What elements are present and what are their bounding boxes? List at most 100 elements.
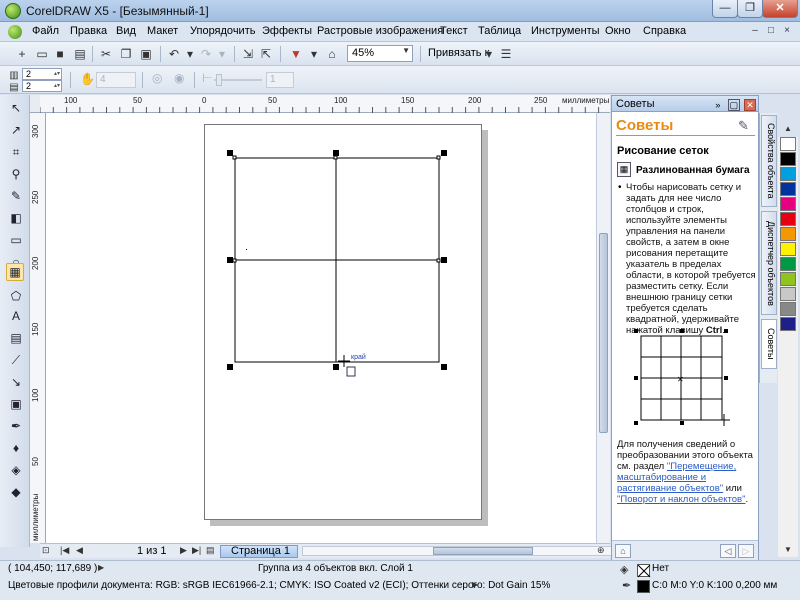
selection-handle[interactable] bbox=[333, 364, 339, 370]
outline-tool-icon[interactable]: ♦ bbox=[7, 439, 25, 457]
horizontal-scrollbar[interactable] bbox=[302, 546, 632, 556]
menu-window[interactable]: Окно bbox=[605, 25, 631, 37]
forward-icon[interactable]: ▷ bbox=[738, 544, 754, 558]
navigator-icon[interactable]: ⊕ bbox=[597, 545, 605, 556]
menu-view[interactable]: Вид bbox=[116, 25, 136, 37]
export-icon[interactable]: ⇱ bbox=[258, 46, 274, 62]
basic-shapes-tool-icon[interactable]: ⬠ bbox=[7, 287, 25, 305]
document-menu-icon[interactable] bbox=[8, 25, 22, 39]
freehand-tool-icon[interactable]: ✎ bbox=[7, 187, 25, 205]
back-icon[interactable]: ◁ bbox=[720, 544, 736, 558]
palette-swatch[interactable] bbox=[780, 212, 796, 226]
menu-arrange[interactable]: Упорядочить bbox=[190, 25, 255, 37]
first-page-icon[interactable]: |◀ bbox=[60, 545, 69, 556]
selection-handle[interactable] bbox=[227, 364, 233, 370]
vertical-scroll-thumb[interactable] bbox=[599, 233, 608, 433]
horizontal-ruler[interactable]: 100 50 0 50 100 150 200 250 миллиметры bbox=[40, 95, 610, 113]
menu-edit[interactable]: Правка bbox=[70, 25, 107, 37]
palette-swatch[interactable] bbox=[780, 287, 796, 301]
doc-close-button[interactable]: × bbox=[780, 25, 794, 39]
dimension-tool-icon[interactable]: ⟋ bbox=[7, 351, 25, 369]
paste-icon[interactable]: ▣ bbox=[138, 46, 154, 62]
menu-help[interactable]: Справка bbox=[643, 25, 686, 37]
welcome-screen-icon[interactable]: ⌂ bbox=[324, 46, 340, 62]
palette-swatch[interactable] bbox=[780, 257, 796, 271]
menu-effects[interactable]: Эффекты bbox=[262, 25, 312, 37]
selection-handle[interactable] bbox=[441, 364, 447, 370]
application-launcher-icon[interactable]: ▼ bbox=[288, 46, 304, 62]
doc-restore-button[interactable]: □ bbox=[764, 25, 778, 39]
palette-swatch[interactable] bbox=[780, 227, 796, 241]
palette-swatch[interactable] bbox=[780, 242, 796, 256]
outline-swatch[interactable] bbox=[637, 580, 650, 593]
next-page-icon[interactable]: ▶ bbox=[180, 545, 187, 556]
crop-tool-icon[interactable]: ⌗ bbox=[7, 143, 25, 161]
menu-layout[interactable]: Макет bbox=[147, 25, 178, 37]
palette-scroll-up-icon[interactable]: ▲ bbox=[784, 124, 792, 133]
copy-icon[interactable]: ❐ bbox=[118, 46, 134, 62]
selection-handle[interactable] bbox=[441, 257, 447, 263]
rectangle-tool-icon[interactable]: ▭ bbox=[7, 231, 25, 249]
connector-tool-icon[interactable]: ↘ bbox=[7, 373, 25, 391]
prev-page-icon[interactable]: ◀ bbox=[76, 545, 83, 556]
smart-fill-tool-icon[interactable]: ◧ bbox=[7, 209, 25, 227]
minimize-button[interactable]: — bbox=[712, 0, 738, 18]
fill-swatch[interactable] bbox=[637, 564, 651, 578]
last-page-icon[interactable]: ▶| bbox=[192, 545, 201, 556]
graph-paper-tool-icon[interactable]: ▦ bbox=[6, 263, 24, 281]
coreldraw-logo-icon[interactable] bbox=[5, 3, 21, 19]
blend-tool-icon[interactable]: ▣ bbox=[7, 395, 25, 413]
zoom-extents-icon[interactable]: ⊡ bbox=[42, 545, 50, 556]
palette-scroll-down-icon[interactable]: ▼ bbox=[784, 545, 792, 554]
open-folder-icon[interactable]: ▭ bbox=[34, 46, 50, 62]
options-icon[interactable]: ☰ bbox=[498, 46, 514, 62]
selection-handle[interactable] bbox=[441, 150, 447, 156]
stepper-arrows-icon[interactable]: ▴▾ bbox=[54, 81, 60, 91]
palette-swatch[interactable] bbox=[780, 182, 796, 196]
shape-tool-icon[interactable]: ↗ bbox=[7, 121, 25, 139]
palette-swatch[interactable] bbox=[780, 197, 796, 211]
save-icon[interactable]: ■ bbox=[52, 46, 68, 62]
print-icon[interactable]: ▤ bbox=[72, 46, 88, 62]
redo-dropdown-icon[interactable]: ▾ bbox=[214, 46, 230, 62]
columns-stepper[interactable]: 2 ▴▾ bbox=[22, 68, 62, 80]
docker-header[interactable]: Советы » ▢ ✕ bbox=[612, 96, 758, 112]
snap-dropdown-icon[interactable]: ▾ bbox=[481, 46, 497, 62]
docker-collapse-icon[interactable]: » bbox=[712, 100, 724, 112]
selection-handle[interactable] bbox=[227, 150, 233, 156]
stepper-arrows-icon[interactable]: ▴▾ bbox=[54, 69, 60, 79]
docker-close-icon[interactable]: ✕ bbox=[744, 99, 756, 111]
menu-bitmaps[interactable]: Растровые изображения bbox=[317, 25, 443, 37]
home-icon[interactable]: ⌂ bbox=[615, 544, 631, 558]
add-page-icon[interactable]: ▤ bbox=[206, 545, 215, 556]
launcher-dropdown-icon[interactable]: ▾ bbox=[306, 46, 322, 62]
new-document-icon[interactable]: + bbox=[14, 46, 30, 62]
fill-tool-icon[interactable]: ◈ bbox=[7, 461, 25, 479]
eyedropper-tool-icon[interactable]: ✒ bbox=[7, 417, 25, 435]
close-button[interactable]: ✕ bbox=[762, 0, 798, 18]
selection-handle[interactable] bbox=[227, 257, 233, 263]
zoom-level-select[interactable]: 45% ▼ bbox=[347, 45, 413, 62]
cut-icon[interactable]: ✂ bbox=[98, 46, 114, 62]
palette-swatch[interactable] bbox=[780, 302, 796, 316]
coords-expand-icon[interactable]: ▶ bbox=[98, 563, 104, 572]
tab-object-properties[interactable]: Свойства объекта bbox=[761, 115, 777, 207]
interactive-fill-tool-icon[interactable]: ◆ bbox=[7, 483, 25, 501]
palette-swatch[interactable] bbox=[780, 167, 796, 181]
page-tab-1[interactable]: Страница 1 bbox=[220, 545, 298, 558]
doc-minimize-button[interactable]: – bbox=[748, 25, 762, 39]
vertical-scrollbar[interactable] bbox=[596, 113, 610, 543]
text-tool-icon[interactable]: A bbox=[7, 307, 25, 325]
palette-swatch[interactable] bbox=[780, 317, 796, 331]
undo-icon[interactable]: ↶ bbox=[166, 46, 182, 62]
tab-object-manager[interactable]: Диспетчер объектов bbox=[761, 211, 777, 315]
redo-icon[interactable]: ↷ bbox=[198, 46, 214, 62]
selection-handle[interactable] bbox=[333, 150, 339, 156]
docker-float-icon[interactable]: ▢ bbox=[727, 99, 740, 111]
link-rotate-skew[interactable]: "Поворот и наклон объектов" bbox=[617, 494, 745, 505]
palette-swatch[interactable] bbox=[780, 152, 796, 166]
drawing-window[interactable]: край bbox=[46, 113, 596, 543]
menu-tools[interactable]: Инструменты bbox=[531, 25, 600, 37]
undo-dropdown-icon[interactable]: ▾ bbox=[182, 46, 198, 62]
zoom-tool-icon[interactable]: ⚲ bbox=[7, 165, 25, 183]
